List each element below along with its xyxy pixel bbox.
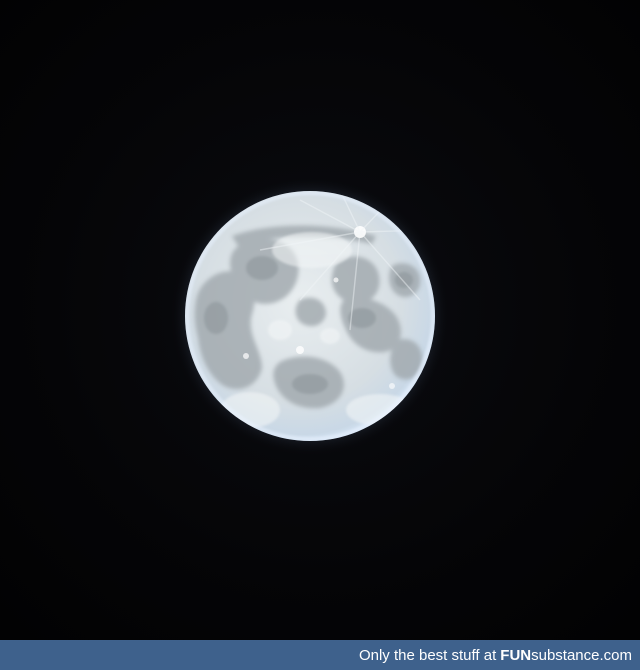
footer-bar: Only the best stuff at FUNsubstance.com xyxy=(0,640,640,670)
moon-photo xyxy=(0,0,640,640)
footer-tagline: Only the best stuff at xyxy=(358,646,497,664)
night-sky xyxy=(0,0,640,640)
logo-bold-part: FUN xyxy=(500,646,532,664)
logo-light-part: substance.com xyxy=(531,646,632,664)
site-logo[interactable]: FUNsubstance.com xyxy=(500,647,632,664)
